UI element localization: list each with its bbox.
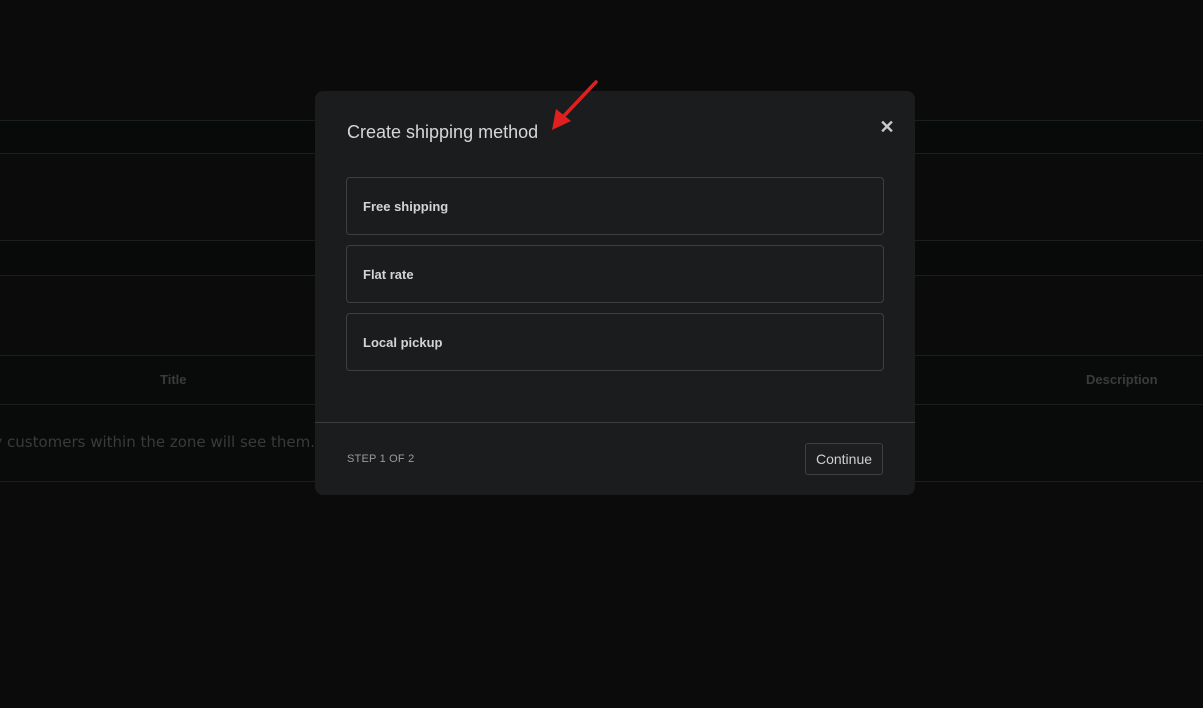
column-header-description: Description [1086,372,1158,387]
option-free-shipping[interactable]: Free shipping [346,177,884,235]
option-label: Flat rate [363,266,414,282]
option-label: Local pickup [363,334,443,350]
close-button[interactable]: ✕ [877,117,897,137]
modal-title: Create shipping method [347,122,539,142]
annotation-arrow-icon [552,80,598,130]
option-local-pickup[interactable]: Local pickup [346,313,884,371]
option-label: Free shipping [363,198,449,214]
page: Title Description You can add multiple s… [0,0,1203,708]
column-header-title: Title [160,372,187,387]
option-flat-rate[interactable]: Flat rate [346,245,884,303]
close-icon: ✕ [879,117,895,137]
modal-footer-divider [315,422,915,423]
arrow-shaft [560,80,598,120]
continue-button[interactable]: Continue [805,443,883,475]
shipping-method-options: Free shipping Flat rate Local pickup [346,177,884,381]
create-shipping-method-modal: Create shipping method ✕ Free shipping F… [315,91,915,495]
step-indicator: STEP 1 OF 2 [347,453,415,465]
empty-table-message: You can add multiple shipping methods wi… [0,433,315,451]
